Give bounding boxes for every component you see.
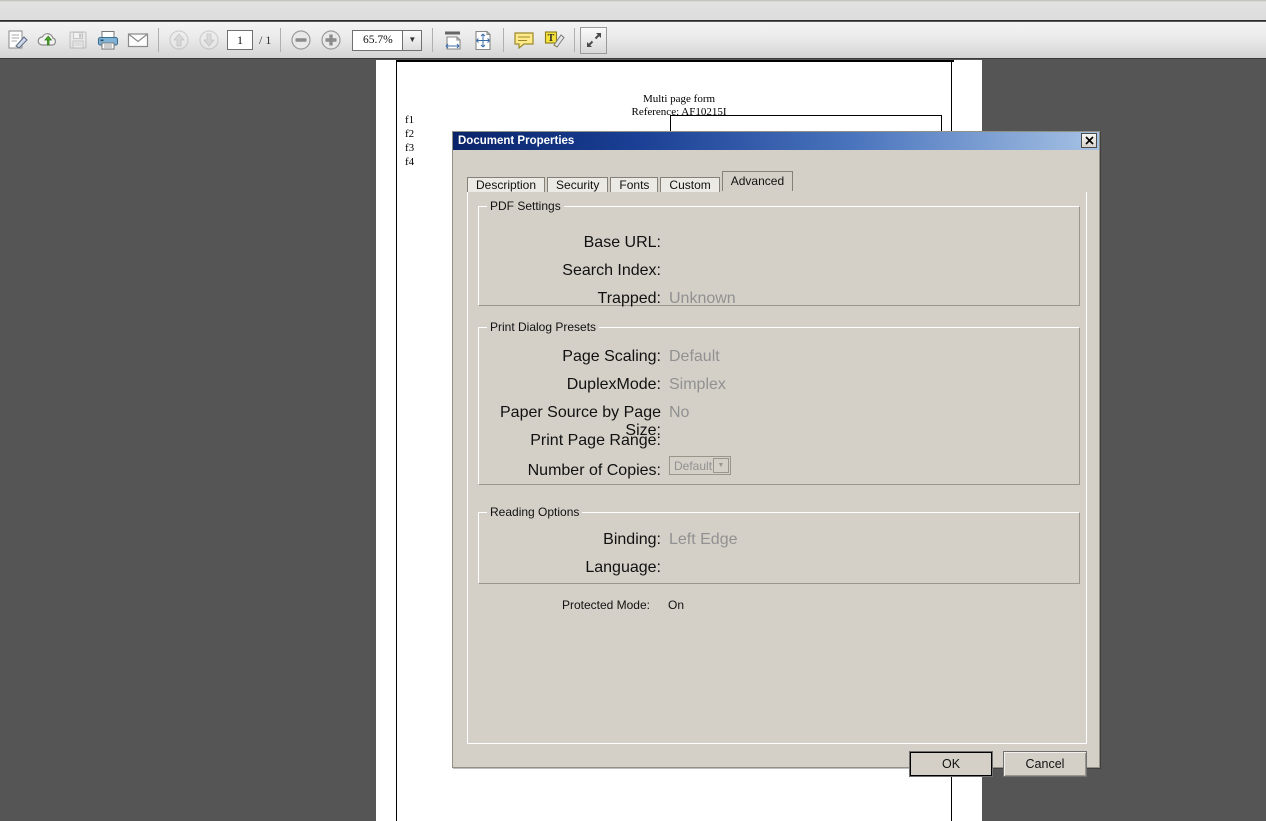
trapped-value: Unknown <box>669 290 736 307</box>
advanced-tab-panel: PDF Settings Base URL: Search Index: Tra… <box>467 192 1087 744</box>
number-of-copies-combobox[interactable]: Default ▼ <box>669 456 731 475</box>
number-of-copies-value: Default <box>674 458 713 473</box>
binding-label: Binding: <box>603 531 661 548</box>
sign-document-icon[interactable] <box>3 25 33 56</box>
chevron-down-icon: ▼ <box>408 35 417 44</box>
dialog-titlebar[interactable]: Document Properties <box>453 132 1099 150</box>
duplex-mode-value: Simplex <box>669 376 726 393</box>
pdf-settings-title: PDF Settings <box>487 199 564 213</box>
page-number-input[interactable]: 1 <box>227 30 253 50</box>
save-icon <box>63 25 93 56</box>
zoom-out-icon[interactable] <box>286 25 316 56</box>
toolbar-separator <box>280 28 282 52</box>
toolbar-separator <box>503 28 505 52</box>
base-url-label: Base URL: <box>583 234 661 251</box>
dialog-tabstrip: Description Security Fonts Custom Advanc… <box>467 171 1087 194</box>
toolbar-separator <box>158 28 159 52</box>
main-toolbar: 1 / 1 65.7% ▼ T <box>0 22 1266 59</box>
window-top-strip <box>0 0 1266 21</box>
binding-value: Left Edge <box>669 531 738 548</box>
field-label-f4: f4 <box>405 156 415 168</box>
tab-advanced[interactable]: Advanced <box>721 171 794 191</box>
zoom-in-icon[interactable] <box>316 25 346 56</box>
print-dialog-presets-group: Print Dialog Presets Page Scaling: Defau… <box>478 320 1080 485</box>
document-title: Multi page form <box>642 93 716 105</box>
field-label-f3: f3 <box>405 142 415 154</box>
document-properties-dialog: Document Properties Description Security… <box>452 131 1100 777</box>
print-presets-title: Print Dialog Presets <box>487 320 600 334</box>
close-glyph <box>1084 136 1094 145</box>
pdf-settings-group: PDF Settings Base URL: Search Index: Tra… <box>478 199 1080 307</box>
text-highlight-icon[interactable]: T <box>539 25 569 56</box>
reading-options-group: Reading Options Binding: Left Edge Langu… <box>478 505 1080 584</box>
print-icon[interactable] <box>93 25 123 56</box>
language-label: Language: <box>585 559 661 576</box>
page-scaling-label: Page Scaling: <box>562 348 661 365</box>
paper-source-value: No <box>669 404 690 421</box>
search-index-label: Search Index: <box>562 262 661 279</box>
protected-mode-label: Protected Mode: <box>561 598 650 612</box>
page-total-label: / 1 <box>259 32 272 47</box>
toolbar-separator <box>574 28 576 52</box>
previous-page-icon[interactable] <box>164 25 194 56</box>
toolbar-separator <box>432 28 434 52</box>
close-icon[interactable] <box>1081 133 1097 148</box>
trapped-label: Trapped: <box>597 290 661 307</box>
dialog-body: Description Security Fonts Custom Advanc… <box>453 150 1099 777</box>
email-icon[interactable] <box>123 25 153 56</box>
dialog-title: Document Properties <box>458 135 575 147</box>
fit-width-icon[interactable] <box>438 25 468 56</box>
svg-text:T: T <box>548 33 555 44</box>
page-scaling-value: Default <box>669 348 720 365</box>
application-window: 1 / 1 65.7% ▼ T Multi page form Referenc… <box>0 0 1266 821</box>
cancel-button[interactable]: Cancel <box>1003 751 1087 777</box>
zoom-level-input[interactable]: 65.7% <box>352 29 403 51</box>
ok-button[interactable]: OK <box>909 751 993 777</box>
next-page-icon[interactable] <box>194 25 224 56</box>
reading-options-title: Reading Options <box>487 505 583 519</box>
field-label-column: f1 f2 f3 f4 <box>405 114 414 170</box>
duplex-mode-label: DuplexMode: <box>566 376 661 393</box>
field-label-f2: f2 <box>405 128 415 140</box>
cloud-upload-icon[interactable] <box>33 25 63 56</box>
number-of-copies-label: Number of Copies: <box>527 462 661 479</box>
protected-mode-value: On <box>668 598 685 612</box>
field-label-f1: f1 <box>405 114 415 126</box>
zoom-dropdown-icon[interactable]: ▼ <box>402 29 423 51</box>
fit-page-icon[interactable] <box>468 25 498 56</box>
comment-icon[interactable] <box>509 25 539 56</box>
chevron-down-icon: ▼ <box>713 458 729 473</box>
print-page-range-label: Print Page Range: <box>530 432 661 449</box>
fullscreen-icon[interactable] <box>580 26 608 54</box>
